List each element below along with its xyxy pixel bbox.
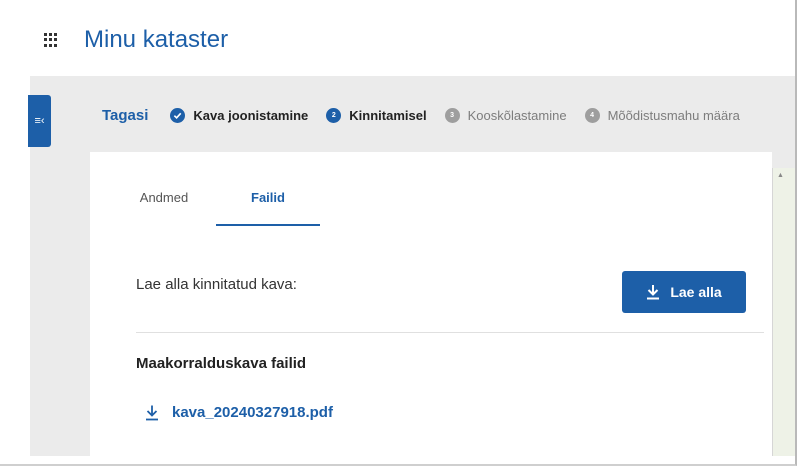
step-label: Kinnitamisel xyxy=(349,107,427,123)
tab-andmed[interactable]: Andmed xyxy=(112,180,216,226)
download-button[interactable]: Lae alla xyxy=(622,271,746,313)
tab-failid[interactable]: Failid xyxy=(216,180,320,226)
divider xyxy=(136,332,764,333)
progress-stepper: Tagasi Kava joonistamine 2 Kinnitamisel … xyxy=(102,104,758,126)
file-download-link[interactable]: kava_20240327918.pdf xyxy=(144,404,333,421)
app-header: Minu kataster xyxy=(0,0,795,76)
collapse-icon: ≡‹ xyxy=(34,115,45,127)
step-label: Kava joonistamine xyxy=(193,107,309,123)
tab-bar: Andmed Failid xyxy=(112,180,320,226)
back-link[interactable]: Tagasi xyxy=(102,107,148,124)
apps-grid-icon[interactable] xyxy=(44,33,58,47)
step-number: 3 xyxy=(444,107,460,123)
step-number: 4 xyxy=(584,107,600,123)
step-kinnitamisel[interactable]: 2 Kinnitamisel xyxy=(326,107,427,123)
files-section-title: Maakorralduskava failid xyxy=(136,355,307,372)
step-kava-joonistamine[interactable]: Kava joonistamine xyxy=(170,107,309,123)
step-label: Mõõdistusmahu määra xyxy=(607,107,740,123)
sidebar-toggle-button[interactable]: ≡‹ xyxy=(28,95,51,147)
step-moodistusmahu[interactable]: 4 Mõõdistusmahu määra xyxy=(584,107,740,123)
app-title: Minu kataster xyxy=(84,26,229,53)
map-panel[interactable]: ▲ xyxy=(772,168,795,456)
step-kooskolastamine[interactable]: 3 Kooskõlastamine xyxy=(444,107,567,123)
check-icon xyxy=(170,107,186,123)
step-number: 2 xyxy=(326,107,342,123)
step-label: Kooskõlastamine xyxy=(467,107,567,123)
download-button-label: Lae alla xyxy=(670,284,722,300)
scroll-up-icon[interactable]: ▲ xyxy=(777,172,784,179)
file-name: kava_20240327918.pdf xyxy=(172,404,333,421)
download-icon xyxy=(146,405,158,421)
download-label: Lae alla kinnitatud kava: xyxy=(136,276,297,293)
download-icon xyxy=(647,285,660,300)
